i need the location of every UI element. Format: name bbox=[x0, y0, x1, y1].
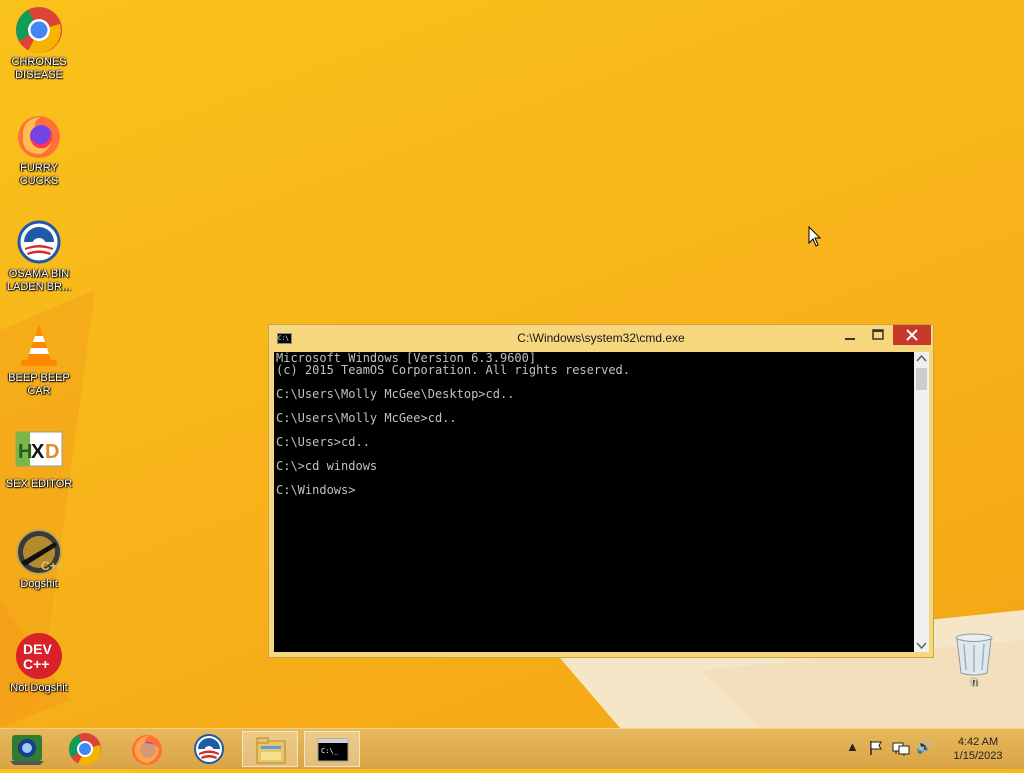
scroll-down-arrow-icon[interactable] bbox=[914, 638, 929, 652]
taskbar-campaign-button[interactable] bbox=[181, 731, 237, 767]
maximize-button[interactable] bbox=[865, 325, 891, 345]
show-hidden-icons-chevron[interactable]: ▲ bbox=[846, 739, 859, 754]
campaign-logo-icon bbox=[194, 734, 224, 764]
cmd-title-bar[interactable]: C:\ C:\Windows\system32\cmd.exe bbox=[269, 325, 933, 351]
svg-text:C++: C++ bbox=[41, 559, 63, 573]
desktop-icon-devcpp[interactable]: DEV C++ Not Dogshit bbox=[2, 632, 76, 695]
network-icon[interactable] bbox=[892, 740, 910, 759]
svg-text:DEV: DEV bbox=[23, 641, 52, 657]
taskbar-firefox-button[interactable] bbox=[119, 731, 175, 767]
taskbar-chrome-button[interactable] bbox=[57, 731, 113, 767]
scroll-thumb[interactable] bbox=[916, 368, 927, 390]
codeblocks-icon: C++ bbox=[15, 528, 64, 576]
recycle-bin-label: n bbox=[970, 676, 978, 688]
chrome-icon bbox=[69, 733, 101, 766]
hxd-icon: H X D bbox=[15, 428, 63, 476]
desktop-icon-label: FURRY CUCKS bbox=[19, 162, 59, 187]
mouse-cursor-icon bbox=[808, 225, 822, 253]
chrome-icon bbox=[15, 6, 63, 54]
clock-time: 4:42 AM bbox=[957, 736, 999, 748]
action-center-flag-icon[interactable] bbox=[868, 740, 884, 759]
taskbar-file-explorer-button[interactable] bbox=[242, 731, 298, 767]
firefox-icon bbox=[132, 735, 162, 765]
desktop-icon-label: SEX EDITOR bbox=[5, 478, 73, 490]
vlc-cone-icon bbox=[15, 322, 63, 370]
minimize-button[interactable] bbox=[837, 325, 863, 345]
taskbar-cmd-button[interactable]: C:\_ bbox=[304, 731, 360, 767]
desktop-icon-label: BEEP BEEP CAR bbox=[8, 372, 70, 397]
scroll-up-arrow-icon[interactable] bbox=[914, 352, 929, 366]
cmd-window[interactable]: C:\ C:\Windows\system32\cmd.exe Microsof… bbox=[268, 324, 934, 658]
vertical-scrollbar[interactable] bbox=[914, 352, 929, 652]
firefox-icon bbox=[15, 112, 63, 160]
svg-text:D: D bbox=[45, 441, 59, 463]
desktop-icon-codeblocks[interactable]: C++ Dogshit bbox=[2, 528, 76, 591]
console-output: Microsoft Windows [Version 6.3.9600] (c)… bbox=[276, 352, 631, 497]
clock-date: 1/15/2023 bbox=[953, 750, 1003, 762]
cmd-icon: C:\_ bbox=[317, 738, 349, 762]
desktop-icon-label: CHRONES DISEASE bbox=[11, 56, 67, 81]
close-icon bbox=[906, 329, 918, 341]
taskbar[interactable]: C:\_ ▲ 🔊 4:42 AM 1/15/2023 bbox=[0, 728, 1024, 769]
taskbar-devices-button[interactable] bbox=[0, 731, 56, 767]
desktop-icon-vlc[interactable]: BEEP BEEP CAR bbox=[2, 322, 76, 398]
recycle-bin-icon bbox=[954, 632, 994, 676]
desktop-icon-recycle-bin[interactable]: n bbox=[948, 632, 1000, 688]
svg-text:C:\_: C:\_ bbox=[321, 747, 339, 755]
desktop[interactable]: CHRONES DISEASE FURRY CUCKS OSAMA BIN LA… bbox=[0, 0, 1024, 728]
cmd-window-title: C:\Windows\system32\cmd.exe bbox=[517, 331, 685, 345]
device-manager-icon bbox=[10, 735, 44, 765]
desktop-icon-chrome[interactable]: CHRONES DISEASE bbox=[2, 6, 76, 82]
desktop-icon-campaign[interactable]: OSAMA BIN LADEN BR... bbox=[2, 218, 76, 294]
close-button[interactable] bbox=[893, 325, 931, 345]
desktop-icon-label: Dogshit bbox=[20, 578, 58, 590]
devcpp-icon: DEV C++ bbox=[15, 632, 63, 680]
svg-text:X: X bbox=[31, 441, 45, 463]
desktop-icon-label: Not Dogshit bbox=[10, 682, 68, 694]
campaign-logo-icon bbox=[15, 218, 63, 266]
svg-text:C++: C++ bbox=[23, 656, 49, 672]
desktop-icon-firefox[interactable]: FURRY CUCKS bbox=[2, 112, 76, 188]
folder-icon bbox=[256, 737, 286, 764]
console-area[interactable]: Microsoft Windows [Version 6.3.9600] (c)… bbox=[274, 352, 914, 652]
desktop-icon-label: OSAMA BIN LADEN BR... bbox=[6, 268, 72, 293]
desktop-icon-hxd[interactable]: H X D SEX EDITOR bbox=[2, 428, 76, 491]
clock[interactable]: 4:42 AM 1/15/2023 bbox=[936, 735, 1020, 763]
volume-icon[interactable]: 🔊 bbox=[916, 739, 932, 755]
